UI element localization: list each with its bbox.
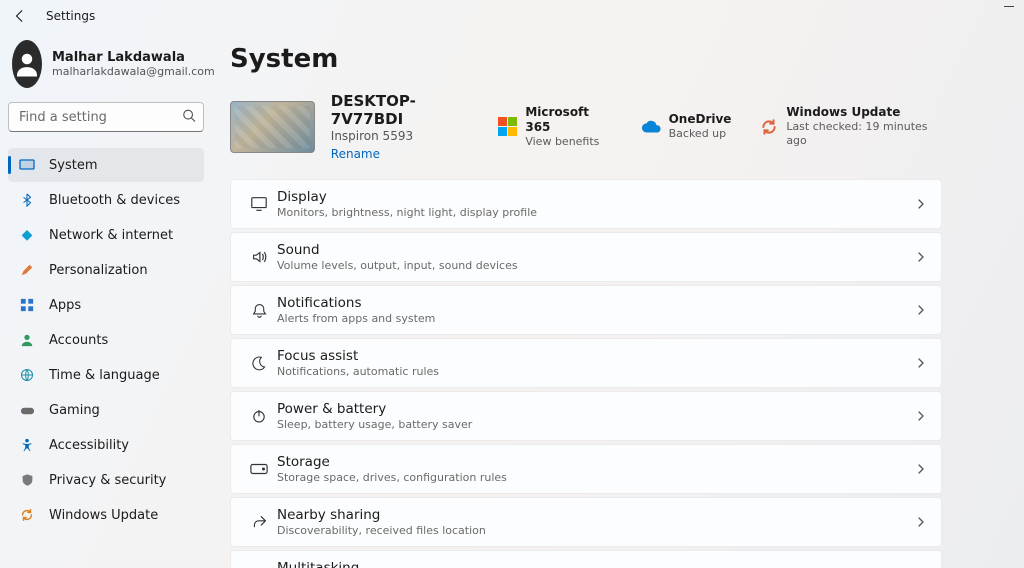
- user-icon: [12, 49, 42, 79]
- profile-name: Malhar Lakdawala: [52, 50, 215, 66]
- sidebar-item-update[interactable]: Windows Update: [8, 498, 204, 532]
- system-icon: [19, 157, 35, 173]
- cloud-icon: [641, 117, 661, 137]
- header-link-m365[interactable]: Microsoft 365 View benefits: [498, 105, 612, 149]
- update-icon: [19, 507, 35, 523]
- chevron-right-icon: [915, 407, 927, 426]
- row-title: Multitasking: [277, 560, 915, 568]
- gaming-icon: [19, 402, 35, 418]
- page-title: System: [230, 44, 942, 74]
- row-sub: Alerts from apps and system: [277, 312, 915, 325]
- paintbrush-icon: [19, 262, 35, 278]
- bluetooth-icon: [19, 192, 35, 208]
- row-storage[interactable]: StorageStorage space, drives, configurat…: [230, 444, 942, 494]
- row-title: Nearby sharing: [277, 507, 915, 523]
- header-link-title: Windows Update: [786, 105, 942, 120]
- chevron-right-icon: [915, 513, 927, 532]
- header-link-update[interactable]: Windows Update Last checked: 19 minutes …: [759, 105, 942, 148]
- microsoft-icon: [498, 117, 517, 137]
- sidebar-item-label: Privacy & security: [49, 473, 166, 488]
- row-title: Display: [277, 189, 915, 205]
- header-link-onedrive[interactable]: OneDrive Backed up: [641, 112, 732, 141]
- storage-icon: [241, 463, 277, 475]
- person-icon: [19, 332, 35, 348]
- row-title: Storage: [277, 454, 915, 470]
- row-sub: Volume levels, output, input, sound devi…: [277, 259, 915, 272]
- sidebar-item-accessibility[interactable]: Accessibility: [8, 428, 204, 462]
- chevron-right-icon: [915, 460, 927, 479]
- sidebar-item-label: Apps: [49, 298, 81, 313]
- chevron-right-icon: [915, 301, 927, 320]
- device-model: Inspiron 5593: [331, 129, 483, 143]
- header-link-sub: View benefits: [525, 135, 612, 149]
- sidebar-item-label: Network & internet: [49, 228, 173, 243]
- sidebar-item-system[interactable]: System: [8, 148, 204, 182]
- sidebar-item-bluetooth[interactable]: Bluetooth & devices: [8, 183, 204, 217]
- row-sub: Discoverability, received files location: [277, 524, 915, 537]
- row-display[interactable]: DisplayMonitors, brightness, night light…: [230, 179, 942, 229]
- row-focus[interactable]: Focus assistNotifications, automatic rul…: [230, 338, 942, 388]
- sidebar-item-label: Time & language: [49, 368, 160, 383]
- sidebar-item-label: Personalization: [49, 263, 148, 278]
- chevron-right-icon: [915, 248, 927, 267]
- shield-icon: [19, 472, 35, 488]
- sidebar-item-gaming[interactable]: Gaming: [8, 393, 204, 427]
- sidebar-item-label: Accounts: [49, 333, 108, 348]
- sidebar-item-network[interactable]: ◆ Network & internet: [8, 218, 204, 252]
- row-sound[interactable]: SoundVolume levels, output, input, sound…: [230, 232, 942, 282]
- power-icon: [241, 408, 277, 424]
- sidebar-item-label: Bluetooth & devices: [49, 193, 180, 208]
- sidebar-item-label: Windows Update: [49, 508, 158, 523]
- row-notifications[interactable]: NotificationsAlerts from apps and system: [230, 285, 942, 335]
- sidebar-item-label: Accessibility: [49, 438, 129, 453]
- header-link-title: OneDrive: [669, 112, 732, 127]
- device-name: DESKTOP-7V77BDI: [331, 92, 483, 128]
- header-link-title: Microsoft 365: [525, 105, 612, 135]
- header-link-sub: Backed up: [669, 127, 732, 141]
- sidebar-item-privacy[interactable]: Privacy & security: [8, 463, 204, 497]
- row-power[interactable]: Power & batterySleep, battery usage, bat…: [230, 391, 942, 441]
- chevron-right-icon: [915, 195, 927, 214]
- sidebar-item-label: Gaming: [49, 403, 100, 418]
- user-profile[interactable]: Malhar Lakdawala malharlakdawala@gmail.c…: [8, 36, 204, 102]
- apps-icon: [19, 297, 35, 313]
- globe-icon: [19, 367, 35, 383]
- back-button[interactable]: [6, 2, 34, 30]
- sidebar-item-personalization[interactable]: Personalization: [8, 253, 204, 287]
- row-nearby[interactable]: Nearby sharingDiscoverability, received …: [230, 497, 942, 547]
- row-multitasking[interactable]: MultitaskingSnap windows, desktops, task…: [230, 550, 942, 568]
- rename-link[interactable]: Rename: [331, 147, 483, 161]
- row-title: Focus assist: [277, 348, 915, 364]
- row-sub: Monitors, brightness, night light, displ…: [277, 206, 915, 219]
- avatar: [12, 40, 42, 88]
- row-sub: Sleep, battery usage, battery saver: [277, 418, 915, 431]
- row-title: Power & battery: [277, 401, 915, 417]
- profile-email: malharlakdawala@gmail.com: [52, 65, 215, 78]
- sidebar-item-label: System: [49, 158, 97, 173]
- sound-icon: [241, 248, 277, 266]
- row-title: Notifications: [277, 295, 915, 311]
- device-thumbnail[interactable]: [230, 101, 315, 153]
- minimize-icon[interactable]: [1004, 6, 1014, 7]
- search-input[interactable]: [8, 102, 204, 132]
- window-title: Settings: [46, 9, 95, 23]
- row-sub: Notifications, automatic rules: [277, 365, 915, 378]
- accessibility-icon: [19, 437, 35, 453]
- row-title: Sound: [277, 242, 915, 258]
- wifi-icon: ◆: [19, 227, 35, 243]
- update-icon: [759, 117, 778, 137]
- bell-icon: [241, 302, 277, 319]
- sidebar-item-time[interactable]: Time & language: [8, 358, 204, 392]
- header-link-sub: Last checked: 19 minutes ago: [786, 120, 942, 148]
- display-icon: [241, 195, 277, 213]
- sidebar-item-accounts[interactable]: Accounts: [8, 323, 204, 357]
- moon-icon: [241, 355, 277, 371]
- sidebar-item-apps[interactable]: Apps: [8, 288, 204, 322]
- share-icon: [241, 514, 277, 531]
- search-icon: [182, 108, 196, 127]
- chevron-right-icon: [915, 354, 927, 373]
- row-sub: Storage space, drives, configuration rul…: [277, 471, 915, 484]
- arrow-left-icon: [13, 9, 27, 23]
